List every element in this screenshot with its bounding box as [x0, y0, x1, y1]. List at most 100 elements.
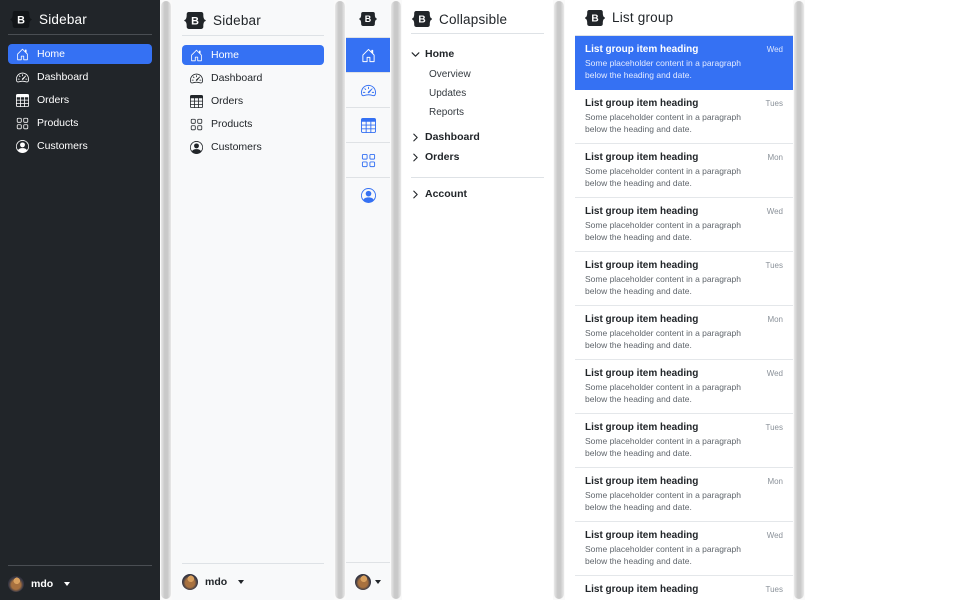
list-item[interactable]: List group item headingTues Some placeho…	[575, 414, 793, 468]
list-item-day: Wed	[767, 531, 783, 540]
scrollbar[interactable]	[160, 0, 172, 600]
list-item[interactable]: List group item headingWed Some placehol…	[575, 360, 793, 414]
divider	[8, 565, 152, 566]
list-item[interactable]: List group item headingTues Some placeho…	[575, 90, 793, 144]
nav-icon-orders[interactable]	[346, 107, 390, 142]
nav-item-orders[interactable]: Orders	[182, 91, 324, 111]
nav-icon-dashboard[interactable]	[346, 72, 390, 107]
nav-item-home[interactable]: Home	[182, 45, 324, 65]
list-item-body: Some placeholder content in a paragraphb…	[585, 112, 783, 136]
sidebar-light: Sidebar Home Dashboard Orders Products C…	[172, 0, 334, 600]
list-item[interactable]: List group item headingMon Some placehol…	[575, 468, 793, 522]
scrollbar-thumb[interactable]	[554, 1, 564, 599]
list-item-heading: List group item heading	[585, 530, 698, 541]
speedometer-icon	[16, 71, 29, 84]
tree-label: Home	[425, 48, 454, 60]
list-item[interactable]: List group item headingWed Some placehol…	[575, 36, 793, 90]
speedometer-icon	[361, 83, 376, 98]
scrollbar[interactable]	[334, 0, 346, 600]
brand-link-collapsible[interactable]: Collapsible	[411, 9, 544, 33]
house-icon	[190, 49, 203, 62]
list-item-body: Some placeholder content in a paragraphb…	[585, 58, 783, 82]
nav-item-home[interactable]: Home	[8, 44, 152, 64]
chevron-down-icon	[64, 582, 70, 586]
nav-list-dark: Home Dashboard Orders Products Customers	[8, 44, 152, 159]
scrollbar-thumb[interactable]	[391, 1, 401, 599]
brand-link-icons[interactable]	[346, 0, 390, 37]
bootstrap-logo-icon	[412, 11, 432, 27]
submenu-item-overview[interactable]: Overview	[429, 66, 544, 83]
list-item[interactable]: List group item headingWed Some placehol…	[575, 198, 793, 252]
list-item-day: Tues	[766, 423, 784, 432]
brand-title: List group	[612, 10, 673, 25]
sidebar-icons-only	[346, 0, 390, 600]
nav-label: Orders	[37, 94, 69, 106]
brand-link-listgroup[interactable]: List group	[575, 0, 793, 36]
grid-icon	[190, 118, 203, 131]
sidebar-footer: mdo	[8, 557, 152, 592]
scrollbar-thumb[interactable]	[794, 1, 804, 599]
brand-link-light[interactable]: Sidebar	[182, 10, 324, 35]
list-item[interactable]: List group item headingMon Some placehol…	[575, 306, 793, 360]
submenu-item-updates[interactable]: Updates	[429, 85, 544, 102]
list-item-body: Some placeholder content in a paragraphb…	[585, 382, 783, 406]
scrollbar[interactable]	[553, 0, 565, 600]
nav-item-customers[interactable]: Customers	[8, 136, 152, 156]
scrollbar[interactable]	[793, 0, 805, 600]
list-item-day: Wed	[767, 45, 783, 54]
submenu-item-reports[interactable]: Reports	[429, 104, 544, 121]
user-dropdown-toggle[interactable]	[346, 562, 390, 600]
collapse-toggle-account[interactable]: Account	[411, 184, 544, 204]
avatar	[8, 576, 24, 592]
divider	[8, 34, 152, 35]
list-item-body: Some placeholder content in a paragraphb…	[585, 166, 783, 190]
table-icon	[16, 94, 29, 107]
scrollbar-thumb[interactable]	[161, 1, 171, 599]
sidebar-list-group: List group List group item heading Wed So…	[575, 0, 793, 600]
list-item-day: Wed	[767, 369, 783, 378]
person-circle-icon	[16, 140, 29, 153]
list-item[interactable]: List group item heading Wed Some placehol…	[575, 522, 793, 576]
list-item[interactable]: List group item headingTues Some placeho…	[575, 252, 793, 306]
scrollbar[interactable]	[390, 0, 402, 600]
collapse-toggle-home[interactable]: Home	[411, 44, 544, 64]
list-item-day: Wed	[767, 207, 783, 216]
spacer	[182, 160, 324, 555]
nav-item-dashboard[interactable]: Dashboard	[8, 67, 152, 87]
list-item-day: Mon	[767, 315, 783, 324]
scrollbar-thumb[interactable]	[335, 1, 345, 599]
nav-icon-home[interactable]	[346, 37, 390, 72]
nav-icon-customers[interactable]	[346, 177, 390, 212]
list-item-body: Some placeholder content in a paragraphb…	[585, 544, 783, 568]
nav-item-dashboard[interactable]: Dashboard	[182, 68, 324, 88]
tree-label: Account	[425, 188, 467, 200]
bootstrap-logo-icon	[585, 10, 605, 26]
sidebar-dark: Sidebar Home Dashboard Orders Products C…	[0, 0, 160, 600]
nav-label: Home	[211, 49, 239, 61]
chevron-down-icon	[375, 580, 381, 584]
nav-item-customers[interactable]: Customers	[182, 137, 324, 157]
list-item[interactable]: List group item headingMon Some placehol…	[575, 144, 793, 198]
nav-item-orders[interactable]: Orders	[8, 90, 152, 110]
collapse-toggle-orders[interactable]: Orders	[411, 147, 544, 167]
user-name: mdo	[31, 578, 53, 590]
user-name: mdo	[205, 576, 227, 588]
user-dropdown-toggle[interactable]: mdo	[182, 574, 324, 590]
spacer	[8, 159, 152, 557]
collapsible-tree: Home Overview Updates Reports Dashboard …	[411, 44, 544, 204]
brand-link-dark[interactable]: Sidebar	[8, 8, 152, 34]
chevron-icon	[411, 50, 420, 59]
chevron-icon	[411, 153, 420, 162]
nav-icon-products[interactable]	[346, 142, 390, 177]
nav-item-products[interactable]: Products	[8, 113, 152, 133]
list-item[interactable]: List group item headingTues Some placeho…	[575, 576, 793, 600]
collapse-toggle-dashboard[interactable]: Dashboard	[411, 127, 544, 147]
list-item-heading: List group item heading	[585, 206, 698, 217]
nav-label: Dashboard	[211, 72, 262, 84]
user-dropdown-toggle[interactable]: mdo	[8, 576, 152, 592]
nav-label: Products	[211, 118, 252, 130]
list-item-day: Mon	[767, 477, 783, 486]
nav-item-products[interactable]: Products	[182, 114, 324, 134]
chevron-icon	[411, 133, 420, 142]
list-item-body: Some placeholder content in a paragraphb…	[585, 490, 783, 514]
